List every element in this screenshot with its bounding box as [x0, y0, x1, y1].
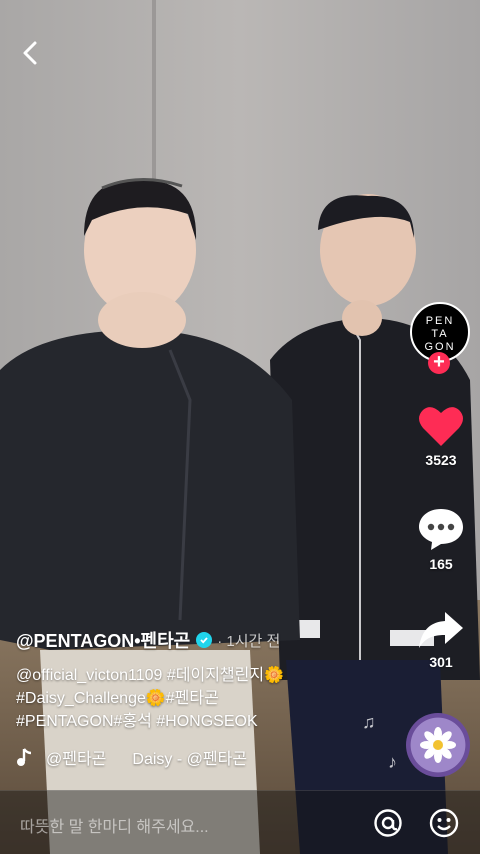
like-button[interactable]: 3523 — [408, 404, 474, 468]
chevron-left-icon — [23, 41, 37, 65]
comment-bar: 따뜻한 말 한마디 해주세요... — [0, 790, 480, 854]
verified-badge-icon — [196, 632, 213, 648]
share-button[interactable]: 301 — [408, 608, 474, 670]
caption-line[interactable]: #PENTAGON#홍석 #HONGSEOK — [16, 713, 258, 730]
caption-text: @official_victon1109 #데이지챌린지🌼 #Daisy_Cha… — [16, 664, 396, 733]
comment-button[interactable]: 165 — [408, 506, 474, 572]
caption-line[interactable]: #Daisy_Challenge🌼#펜타곤 — [16, 690, 219, 707]
floating-note-icon: ♫ — [362, 712, 376, 732]
at-icon[interactable] — [372, 807, 404, 839]
back-button[interactable] — [14, 36, 48, 70]
video-screen[interactable]: PEN TA GON + 3523 165 301 @PENTAGON•펜타곤 … — [0, 0, 480, 854]
post-time: · 1시간 전 — [217, 632, 281, 650]
share-count: 301 — [429, 654, 453, 670]
music-note-icon — [17, 748, 32, 766]
share-arrow-icon — [419, 612, 463, 648]
heart-icon — [419, 407, 463, 446]
music-info[interactable]: @펜타곤 Daisy - @펜타곤 — [16, 745, 396, 769]
caption-line[interactable]: @official_victon1109 #데이지챌린지🌼 — [16, 667, 284, 684]
comment-count: 165 — [429, 556, 453, 572]
plus-icon: + — [433, 351, 445, 373]
follow-button[interactable]: + — [428, 352, 450, 374]
comment-input[interactable]: 따뜻한 말 한마디 해주세요... — [20, 813, 209, 837]
svg-text:PEN: PEN — [426, 315, 455, 327]
author-name[interactable]: @PENTAGON•펜타곤 — [16, 627, 190, 653]
sound-disc[interactable] — [406, 713, 470, 777]
pentagon-logo: PEN TA GON — [424, 315, 455, 353]
like-count: 3523 — [425, 452, 457, 468]
video-caption: @PENTAGON•펜타곤 · 1시간 전 @official_victon11… — [16, 626, 396, 769]
daisy-icon — [420, 727, 456, 763]
floating-note-icon: ♪ — [388, 752, 397, 772]
smiley-icon[interactable] — [428, 807, 460, 839]
sound-user[interactable]: @펜타곤 — [46, 745, 106, 769]
comment-bubble-icon — [419, 509, 463, 550]
sound-track[interactable]: Daisy - @펜타곤 — [132, 745, 247, 769]
svg-text:TA: TA — [431, 328, 448, 340]
